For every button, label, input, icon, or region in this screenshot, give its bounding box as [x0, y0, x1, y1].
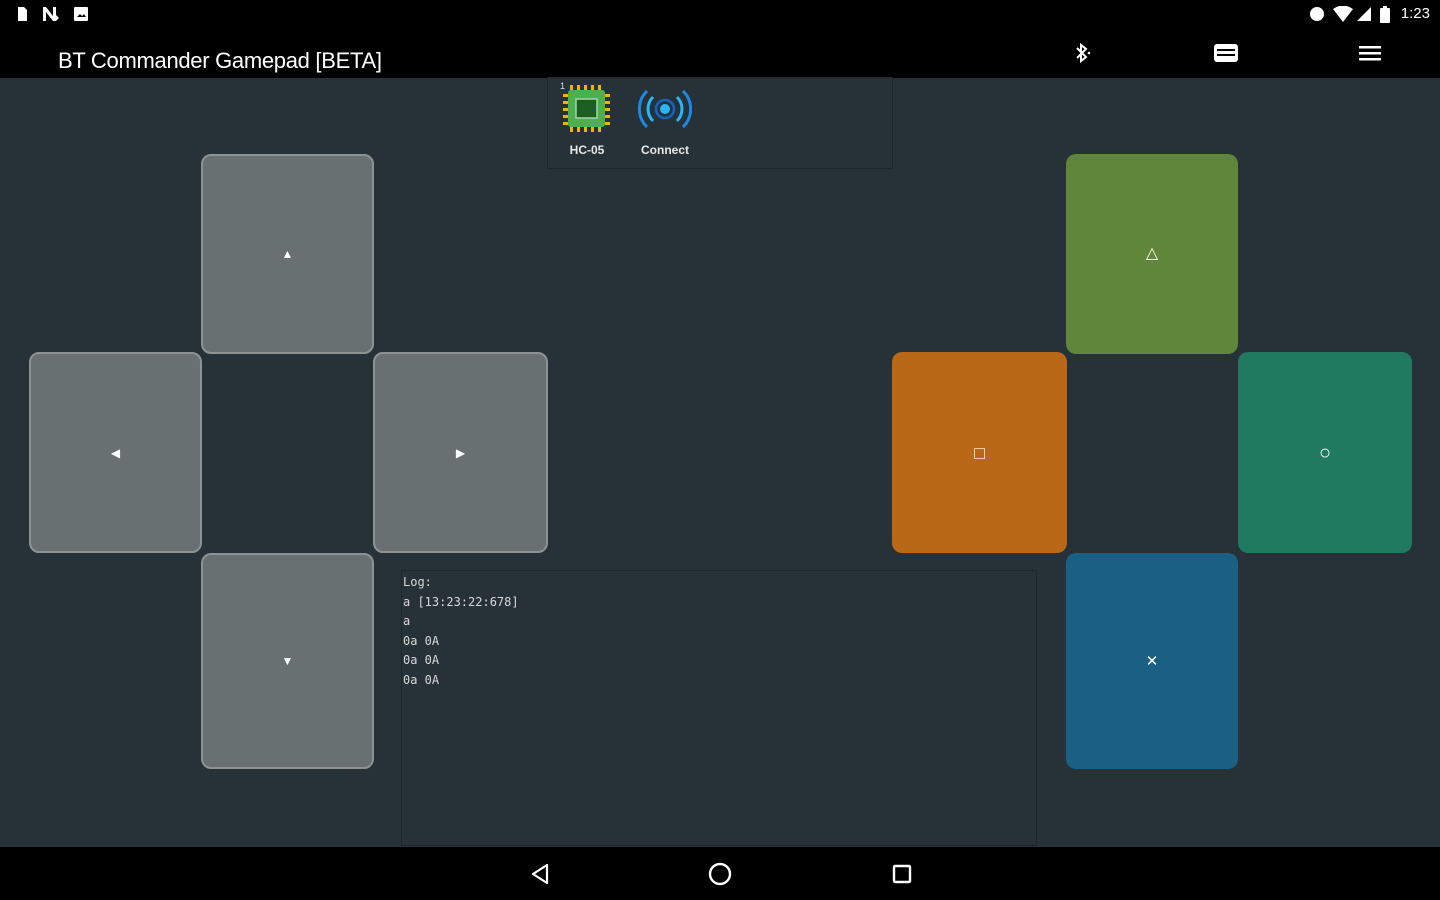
down-arrow-icon: ▼ — [281, 654, 294, 668]
recents-icon — [892, 864, 912, 884]
log-panel[interactable]: Log: a [13:23:22:678] a 0a 0A 0a 0A 0a 0… — [401, 570, 1037, 846]
home-icon — [708, 862, 732, 886]
up-arrow-icon: ▲ — [281, 247, 294, 261]
dpad-up-button[interactable]: ▲ — [201, 154, 374, 354]
square-icon: □ — [974, 442, 985, 463]
dpad-left-button[interactable]: ◀ — [29, 352, 202, 553]
circle-status-icon — [1309, 6, 1325, 22]
n-logo-icon — [42, 6, 59, 22]
app-bar: BT Commander Gamepad [BETA] — [0, 28, 1440, 78]
triangle-icon: △ — [1145, 245, 1159, 262]
back-button[interactable] — [525, 859, 555, 889]
home-button[interactable] — [705, 859, 735, 889]
circle-icon: ○ — [1318, 441, 1332, 464]
left-arrow-icon: ◀ — [110, 445, 121, 460]
device-label-hc05: HC-05 — [569, 143, 605, 157]
connect-label: Connect — [641, 143, 689, 157]
app-title: BT Commander Gamepad [BETA] — [58, 48, 382, 73]
circle-button[interactable]: ○ — [1238, 352, 1412, 553]
chip-icon — [563, 85, 610, 132]
recents-button[interactable] — [887, 859, 917, 889]
keyboard-button[interactable] — [1210, 38, 1242, 68]
log-header: Log: — [403, 575, 432, 589]
square-button[interactable]: □ — [892, 352, 1067, 553]
status-bar: 1:23 — [0, 0, 1440, 28]
device-hc05[interactable]: HC-05 — [551, 82, 623, 157]
menu-icon — [1359, 46, 1381, 61]
battery-icon — [1379, 6, 1391, 23]
cross-button[interactable]: ✕ — [1066, 553, 1238, 769]
dpad-down-button[interactable]: ▼ — [201, 553, 374, 769]
connect-button[interactable]: Connect — [629, 82, 701, 157]
triangle-button[interactable]: △ — [1066, 154, 1238, 354]
right-arrow-icon: ▶ — [455, 445, 466, 460]
log-line: 0a 0A — [403, 653, 440, 667]
cross-icon: ✕ — [1145, 652, 1159, 670]
bluetooth-icon — [1076, 42, 1091, 64]
navigation-bar — [0, 847, 1440, 900]
dpad-right-button[interactable]: ▶ — [373, 352, 548, 553]
wifi-icon — [1333, 5, 1353, 22]
image-icon — [73, 6, 89, 22]
menu-button[interactable] — [1354, 38, 1386, 68]
app-screen: 1:23 BT Commander Gamepad [BETA] 1 HC-05… — [0, 0, 1440, 900]
log-line: a [13:23:22:678] — [403, 594, 519, 609]
log-line: a — [403, 614, 411, 628]
back-icon — [531, 863, 549, 885]
bluetooth-button[interactable] — [1066, 38, 1098, 68]
log-line: 0a 0A — [403, 672, 440, 687]
status-time: 1:23 — [1400, 5, 1430, 22]
broadcast-icon — [637, 89, 693, 129]
sd-card-icon — [14, 6, 30, 22]
device-panel: 1 HC-05 Connect — [547, 77, 893, 169]
log-line: 0a 0A — [403, 633, 440, 648]
keyboard-icon — [1214, 44, 1238, 62]
cell-signal-icon — [1356, 6, 1372, 22]
